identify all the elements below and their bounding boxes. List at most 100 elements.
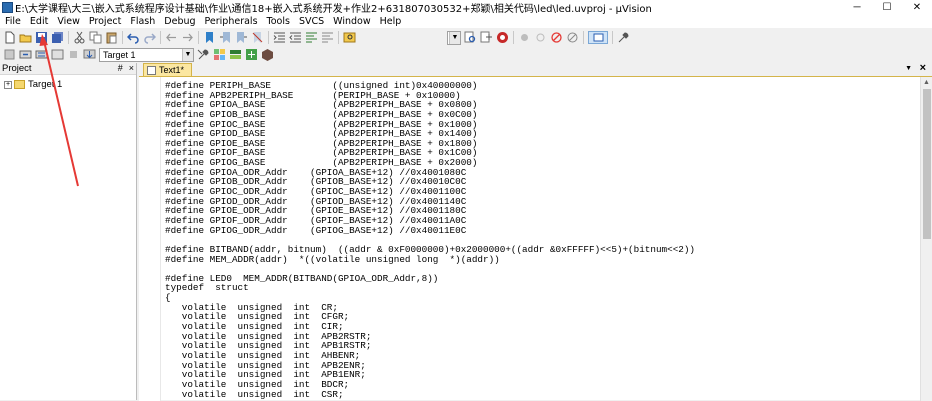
tree-item-label: Target 1 (28, 79, 63, 90)
title-bar: E:\大学课程\大三\嵌入式系统程序设计基础\作业\通信18+嵌入式系统开发+作… (0, 0, 932, 15)
download-icon[interactable] (83, 48, 96, 61)
manage-components-icon[interactable] (229, 48, 242, 61)
bookmark-icon[interactable] (203, 31, 216, 44)
project-panel: Project # × + Target 1 (0, 63, 137, 400)
disable-all-breakpoints-icon[interactable] (566, 31, 579, 44)
clear-bookmarks-icon[interactable] (251, 31, 264, 44)
build-icon[interactable] (19, 48, 32, 61)
project-panel-controls: # × (118, 63, 134, 73)
new-file-icon[interactable] (3, 31, 16, 44)
rebuild-icon[interactable] (35, 48, 48, 61)
menu-svcs[interactable]: SVCS (294, 16, 328, 27)
uncomment-icon[interactable] (321, 31, 334, 44)
menu-debug[interactable]: Debug (159, 16, 199, 27)
translate-icon[interactable] (3, 48, 16, 61)
pack-installer-icon[interactable] (261, 48, 274, 61)
window-title: E:\大学课程\大三\嵌入式系统程序设计基础\作业\通信18+嵌入式系统开发+作… (15, 4, 652, 15)
editor-tab-text1[interactable]: Text1* (143, 63, 192, 76)
copy-icon[interactable] (89, 31, 102, 44)
prev-bookmark-icon[interactable] (219, 31, 232, 44)
uvision-app-icon (2, 2, 13, 13)
close-icon[interactable]: × (129, 63, 134, 73)
code-line[interactable]: #define MEM_ADDR(addr) *((volatile unsig… (165, 254, 695, 265)
expand-icon[interactable]: + (4, 80, 12, 89)
menu-project[interactable]: Project (84, 16, 126, 27)
code-editor[interactable]: #define PERIPH_BASE ((unsigned int)0x400… (139, 76, 932, 401)
select-packs-icon[interactable] (245, 48, 258, 61)
menu-file[interactable]: File (0, 16, 25, 27)
save-icon[interactable] (35, 31, 48, 44)
paste-icon[interactable] (105, 31, 118, 44)
editor-area: Text1* ▼ × #define PERIPH_BASE ((unsigne… (139, 62, 932, 401)
target-select[interactable]: Target 1 ▼ (99, 47, 194, 62)
folder-icon (14, 80, 25, 89)
find-combo-dropdown[interactable]: ▼ (447, 30, 461, 45)
vertical-scrollbar[interactable]: ▲ (920, 77, 932, 401)
toolbar-separator (198, 31, 199, 44)
toolbar-separator (583, 31, 584, 44)
window-layout-icon[interactable] (588, 31, 608, 44)
comment-icon[interactable] (305, 31, 318, 44)
indent-icon[interactable] (273, 31, 286, 44)
find-in-files-icon[interactable] (343, 31, 356, 44)
cut-icon[interactable] (73, 31, 86, 44)
code-line[interactable]: volatile unsigned int CSR; (165, 389, 695, 400)
menu-peripherals[interactable]: Peripherals (200, 16, 262, 27)
editor-tab-strip: Text1* ▼ × (139, 62, 932, 76)
scroll-up-icon[interactable]: ▲ (921, 77, 932, 89)
navigate-back-icon[interactable] (165, 31, 178, 44)
chevron-down-icon: ▼ (449, 31, 460, 44)
open-folder-icon[interactable] (19, 31, 32, 44)
project-panel-title: Project (2, 63, 32, 74)
debug-session-icon[interactable] (496, 31, 509, 44)
breakpoint-icon[interactable] (518, 31, 531, 44)
unindent-icon[interactable] (289, 31, 302, 44)
chevron-down-icon: ▼ (182, 48, 193, 61)
tab-label: Text1* (159, 65, 185, 75)
scrollbar-thumb[interactable] (923, 89, 931, 239)
file-extensions-icon[interactable] (213, 48, 226, 61)
save-all-icon[interactable] (51, 31, 64, 44)
tree-item-target-1[interactable]: + Target 1 (0, 78, 136, 91)
toolbar-separator (513, 31, 514, 44)
project-panel-header: Project # × (0, 63, 136, 75)
stop-build-icon[interactable] (67, 48, 80, 61)
pin-icon[interactable]: # (118, 63, 123, 73)
build-toolbar: Target 1 ▼ (0, 46, 932, 63)
tab-list-dropdown[interactable]: ▼ (905, 65, 912, 72)
code-text[interactable]: #define PERIPH_BASE ((unsigned int)0x400… (165, 81, 695, 399)
kill-breakpoints-icon[interactable] (550, 31, 563, 44)
maximize-button[interactable]: ☐ (872, 0, 902, 15)
toolbar-separator (160, 31, 161, 44)
next-bookmark-icon[interactable] (235, 31, 248, 44)
code-line[interactable]: typedef struct (165, 283, 695, 293)
target-options-icon[interactable] (197, 48, 210, 61)
incremental-find-icon[interactable] (480, 31, 493, 44)
redo-icon[interactable] (143, 31, 156, 44)
document-icon (147, 65, 156, 75)
editor-gutter[interactable] (139, 77, 161, 401)
toolbar-separator (122, 31, 123, 44)
minimize-button[interactable]: ─ (842, 0, 872, 15)
menu-flash[interactable]: Flash (125, 16, 159, 27)
toolbar-separator (612, 31, 613, 44)
menu-window[interactable]: Window (328, 16, 374, 27)
configure-wrench-icon[interactable] (617, 31, 630, 44)
disable-breakpoint-icon[interactable] (534, 31, 547, 44)
menu-tools[interactable]: Tools (262, 16, 294, 27)
batch-build-icon[interactable] (51, 48, 64, 61)
target-select-value: Target 1 (103, 49, 136, 60)
toolbar-separator (268, 31, 269, 44)
menu-help[interactable]: Help (375, 16, 406, 27)
menu-view[interactable]: View (52, 16, 84, 27)
file-toolbar: ▼ (0, 29, 932, 46)
close-window-button[interactable]: ✕ (902, 0, 932, 15)
code-line[interactable]: #define GPIOG_ODR_Addr (GPIOG_BASE+12) /… (165, 225, 695, 236)
navigate-forward-icon[interactable] (181, 31, 194, 44)
toolbar-separator (338, 31, 339, 44)
toolbar-separator (68, 31, 69, 44)
close-tab-button[interactable]: × (920, 62, 926, 74)
find-icon[interactable] (464, 31, 477, 44)
undo-icon[interactable] (127, 31, 140, 44)
menu-edit[interactable]: Edit (25, 16, 52, 27)
